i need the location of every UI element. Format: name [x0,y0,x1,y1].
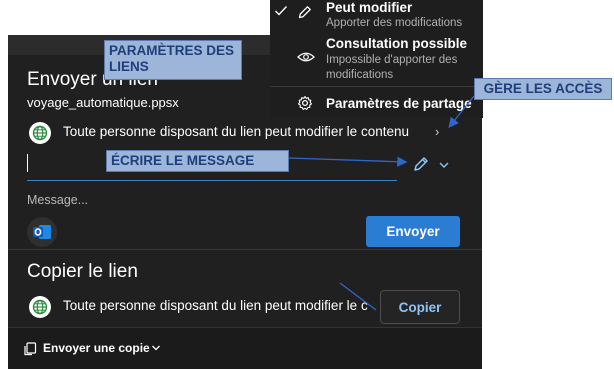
arrow-copy-link [339,282,377,311]
annotation-arrows [288,95,475,311]
arrow-write-message [288,156,408,167]
arrow-manage-access [448,95,475,129]
